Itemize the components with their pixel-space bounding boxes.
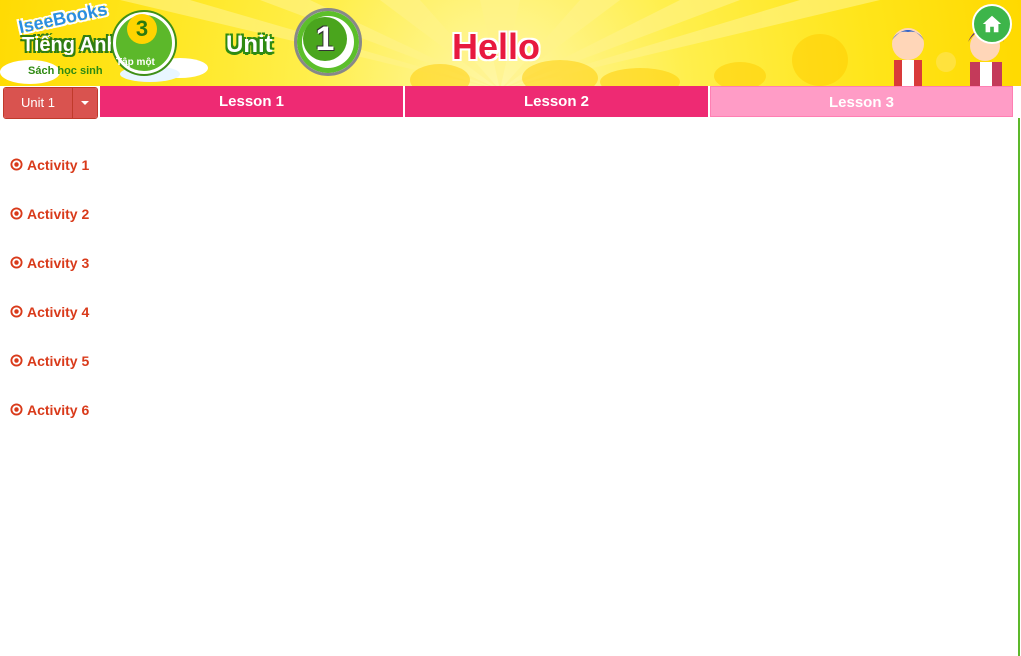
logo-grade-number: 3 <box>127 14 157 44</box>
activity-item-2[interactable]: Activity 2 <box>10 189 89 238</box>
caret-down-icon <box>81 101 89 105</box>
home-button[interactable] <box>972 4 1012 44</box>
page-title: Hello <box>452 26 541 67</box>
activity-item-5[interactable]: Activity 5 <box>10 336 89 385</box>
home-icon <box>982 15 1002 33</box>
unit-select-toggle[interactable] <box>72 88 97 118</box>
logo-subtitle: Sách học sinh <box>28 65 103 77</box>
app-header: IseeBooks Tiếng Anh Sách học sinh 3 Tập … <box>0 0 1021 86</box>
activity-label[interactable]: Activity 3 <box>27 255 89 271</box>
tab-lesson-2[interactable]: Lesson 2 <box>405 86 708 117</box>
activity-item-4[interactable]: Activity 4 <box>10 287 89 336</box>
unit-select-value[interactable]: Unit 1 <box>4 88 72 118</box>
radio-dot-icon <box>10 403 23 416</box>
radio-dot-icon <box>10 256 23 269</box>
tab-lesson-1[interactable]: Lesson 1 <box>100 86 403 117</box>
activity-label[interactable]: Activity 6 <box>27 402 89 418</box>
book-logo: IseeBooks Tiếng Anh Sách học sinh 3 Tập … <box>0 0 215 86</box>
activity-item-6[interactable]: Activity 6 <box>10 385 89 434</box>
radio-dot-icon <box>10 305 23 318</box>
activity-label[interactable]: Activity 4 <box>27 304 89 320</box>
lesson-nav: Unit 1 Lesson 1 Lesson 2 Lesson 3 <box>0 86 1021 119</box>
activity-label[interactable]: Activity 5 <box>27 353 89 369</box>
tab-lesson-3[interactable]: Lesson 3 <box>710 86 1013 117</box>
activity-item-1[interactable]: Activity 1 <box>10 140 89 189</box>
logo-volume: Tập một <box>116 57 155 68</box>
unit-label: Unit <box>226 31 273 58</box>
unit-number: 1 <box>303 17 347 61</box>
activity-label[interactable]: Activity 2 <box>27 206 89 222</box>
radio-dot-icon <box>10 354 23 367</box>
logo-brand: IseeBooks <box>16 0 110 38</box>
logo-title: Tiếng Anh <box>22 34 119 56</box>
activity-label[interactable]: Activity 1 <box>27 157 89 173</box>
radio-dot-icon <box>10 207 23 220</box>
activity-item-3[interactable]: Activity 3 <box>10 238 89 287</box>
radio-dot-icon <box>10 158 23 171</box>
page-border <box>1018 118 1020 656</box>
unit-select[interactable]: Unit 1 <box>3 87 98 119</box>
